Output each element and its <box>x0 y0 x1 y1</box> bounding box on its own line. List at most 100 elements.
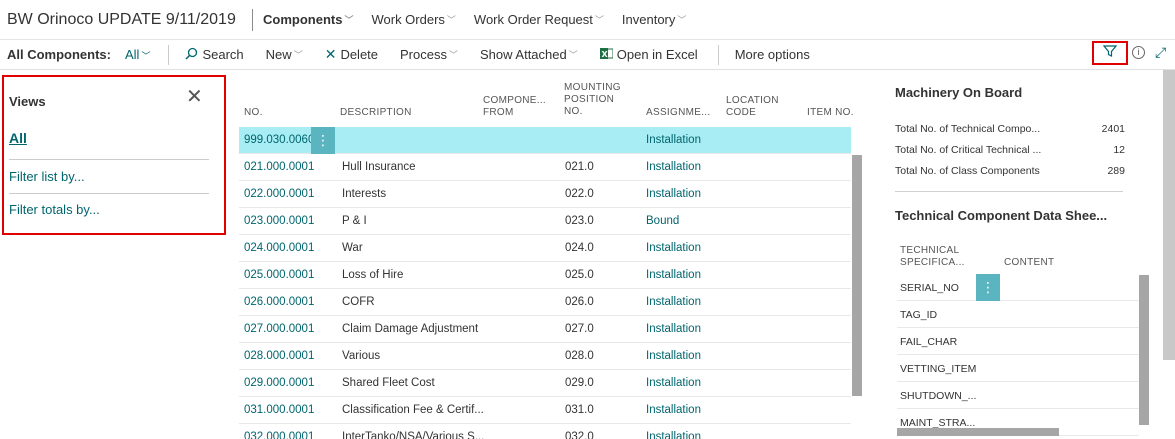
nav-work-orders-label: Work Orders <box>371 12 445 27</box>
table-row[interactable]: 028.000.0001 Various 028.0 Installation <box>239 343 851 370</box>
cell-no[interactable]: 024.000.0001 <box>244 242 314 254</box>
page-caption: All Components: <box>7 47 111 62</box>
cue-label: Total No. of Critical Technical ... <box>895 144 1042 156</box>
tcd-column-spec[interactable]: TECHNICAL SPECIFICA... <box>900 245 970 269</box>
factbox-scrollbar[interactable] <box>1163 70 1175 360</box>
cell-mounting-position: 031.0 <box>565 404 594 416</box>
cell-assignment[interactable]: Bound <box>646 215 679 227</box>
view-selector[interactable]: All ﹀ <box>125 47 150 62</box>
cell-assignment[interactable]: Installation <box>646 296 701 308</box>
table-row[interactable]: 025.000.0001 Loss of Hire 025.0 Installa… <box>239 262 851 289</box>
nav-work-orders[interactable]: Work Orders ﹀ <box>371 12 455 27</box>
cell-no[interactable]: 025.000.0001 <box>244 269 314 281</box>
cell-assignment[interactable]: Installation <box>646 134 701 146</box>
table-row[interactable]: 023.000.0001 P & I 023.0 Bound <box>239 208 851 235</box>
cue-value[interactable]: 289 <box>1107 165 1125 177</box>
view-all-link[interactable]: All <box>9 130 27 146</box>
list-item[interactable]: SERIAL_NO ⋮ <box>897 274 1139 301</box>
info-icon[interactable]: i <box>1132 46 1145 59</box>
table-row[interactable]: 026.000.0001 COFR 026.0 Installation <box>239 289 851 316</box>
cell-no[interactable]: 032.000.0001 <box>244 431 314 439</box>
tcd-title[interactable]: Technical Component Data Shee... <box>895 208 1107 223</box>
cue-value[interactable]: 2401 <box>1102 123 1125 135</box>
divider <box>9 193 209 194</box>
tcd-scrollbar[interactable] <box>1139 275 1149 425</box>
cell-assignment[interactable]: Installation <box>646 269 701 281</box>
column-header-assignment[interactable]: ASSIGNME... <box>646 107 710 119</box>
row-actions-icon[interactable]: ⋮ <box>976 274 1000 301</box>
close-icon[interactable]: ✕ <box>186 87 203 107</box>
cue-critical-components[interactable]: Total No. of Critical Technical ... 12 <box>895 144 1125 156</box>
cell-mounting-position: 028.0 <box>565 350 594 362</box>
cue-class-components[interactable]: Total No. of Class Components 289 <box>895 165 1125 177</box>
cell-no[interactable]: 022.000.0001 <box>244 188 314 200</box>
cell-assignment[interactable]: Installation <box>646 350 701 362</box>
cell-assignment[interactable]: Installation <box>646 161 701 173</box>
list-scrollbar[interactable] <box>852 155 862 396</box>
table-row[interactable]: 027.000.0001 Claim Damage Adjustment 027… <box>239 316 851 343</box>
cell-description: War <box>342 242 363 254</box>
cell-assignment[interactable]: Installation <box>646 188 701 200</box>
column-header-location-code[interactable]: LOCATION CODE <box>726 95 786 119</box>
chevron-down-icon: ﹀ <box>568 50 578 60</box>
table-row[interactable]: 031.000.0001 Classification Fee & Certif… <box>239 397 851 424</box>
table-row[interactable]: 021.000.0001 Hull Insurance 021.0 Instal… <box>239 154 851 181</box>
column-header-item-no[interactable]: ITEM NO. <box>807 107 854 119</box>
column-header-no[interactable]: NO. <box>244 107 263 119</box>
cell-assignment[interactable]: Installation <box>646 323 701 335</box>
column-header-component-from[interactable]: COMPONE... FROM <box>483 95 553 119</box>
cell-description: InterTanko/NSA/Various S... <box>342 431 485 439</box>
view-selector-label: All <box>125 47 140 62</box>
nav-inventory[interactable]: Inventory ﹀ <box>622 12 687 27</box>
list-item[interactable]: VETTING_ITEM <box>897 355 1139 382</box>
cue-technical-components[interactable]: Total No. of Technical Compo... 2401 <box>895 123 1125 135</box>
tcd-horizontal-scrollbar[interactable] <box>897 428 1059 436</box>
search-button[interactable]: Search <box>185 47 244 63</box>
cell-no[interactable]: 027.000.0001 <box>244 323 314 335</box>
more-options-button[interactable]: More options <box>735 47 810 62</box>
cell-description: Shared Fleet Cost <box>342 377 435 389</box>
cell-assignment[interactable]: Installation <box>646 431 701 439</box>
nav-work-order-request-label: Work Order Request <box>473 12 593 27</box>
cell-no[interactable]: 028.000.0001 <box>244 350 314 362</box>
cell-no[interactable]: 026.000.0001 <box>244 296 314 308</box>
nav-work-order-request[interactable]: Work Order Request ﹀ <box>474 12 604 27</box>
table-row[interactable]: 022.000.0001 Interests 022.0 Installatio… <box>239 181 851 208</box>
cell-no[interactable]: 029.000.0001 <box>244 377 314 389</box>
filter-totals-link[interactable]: Filter totals by... <box>9 202 100 217</box>
column-header-description[interactable]: DESCRIPTION <box>340 107 412 119</box>
company-name[interactable]: BW Orinoco UPDATE 9/11/2019 <box>0 11 250 29</box>
cell-description: Interests <box>342 188 387 200</box>
cell-no[interactable]: 031.000.0001 <box>244 404 314 416</box>
table-row[interactable]: 999.030.0060 ⋮ Installation <box>239 127 851 154</box>
cue-value[interactable]: 12 <box>1113 144 1125 156</box>
list-item[interactable]: SHUTDOWN_... <box>897 382 1139 409</box>
cell-assignment[interactable]: Installation <box>646 242 701 254</box>
cell-no[interactable]: 023.000.0001 <box>244 215 314 227</box>
expand-icon[interactable]: ⤢ <box>1155 44 1166 61</box>
cell-no[interactable]: 021.000.0001 <box>244 161 314 173</box>
tcd-column-content[interactable]: CONTENT <box>1004 257 1054 269</box>
filter-pane-button[interactable] <box>1092 41 1128 65</box>
table-row[interactable]: 024.000.0001 War 024.0 Installation <box>239 235 851 262</box>
table-row[interactable]: 032.000.0001 InterTanko/NSA/Various S...… <box>239 424 851 439</box>
row-actions-icon[interactable]: ⋮ <box>311 127 335 154</box>
open-in-excel-button[interactable]: X Open in Excel <box>599 47 698 63</box>
process-button[interactable]: Process ﹀ <box>400 47 458 62</box>
nav-divider <box>252 8 253 31</box>
show-attached-button[interactable]: Show Attached ﹀ <box>480 47 578 62</box>
cell-assignment[interactable]: Installation <box>646 404 701 416</box>
column-header-mounting-position[interactable]: MOUNTING POSITION NO. <box>564 82 634 118</box>
chevron-down-icon: ﹀ <box>293 50 303 60</box>
cell-mounting-position: 026.0 <box>565 296 594 308</box>
list-item[interactable]: FAIL_CHAR <box>897 328 1139 355</box>
cell-no[interactable]: 999.030.0060 <box>244 134 314 146</box>
nav-components[interactable]: Components ﹀ <box>263 12 353 27</box>
new-button[interactable]: New ﹀ <box>266 47 303 62</box>
cell-assignment[interactable]: Installation <box>646 377 701 389</box>
filter-list-link[interactable]: Filter list by... <box>9 169 85 184</box>
delete-button[interactable]: ✕ Delete <box>325 46 378 63</box>
table-row[interactable]: 029.000.0001 Shared Fleet Cost 029.0 Ins… <box>239 370 851 397</box>
cell-description: COFR <box>342 296 375 308</box>
list-item[interactable]: TAG_ID <box>897 301 1139 328</box>
